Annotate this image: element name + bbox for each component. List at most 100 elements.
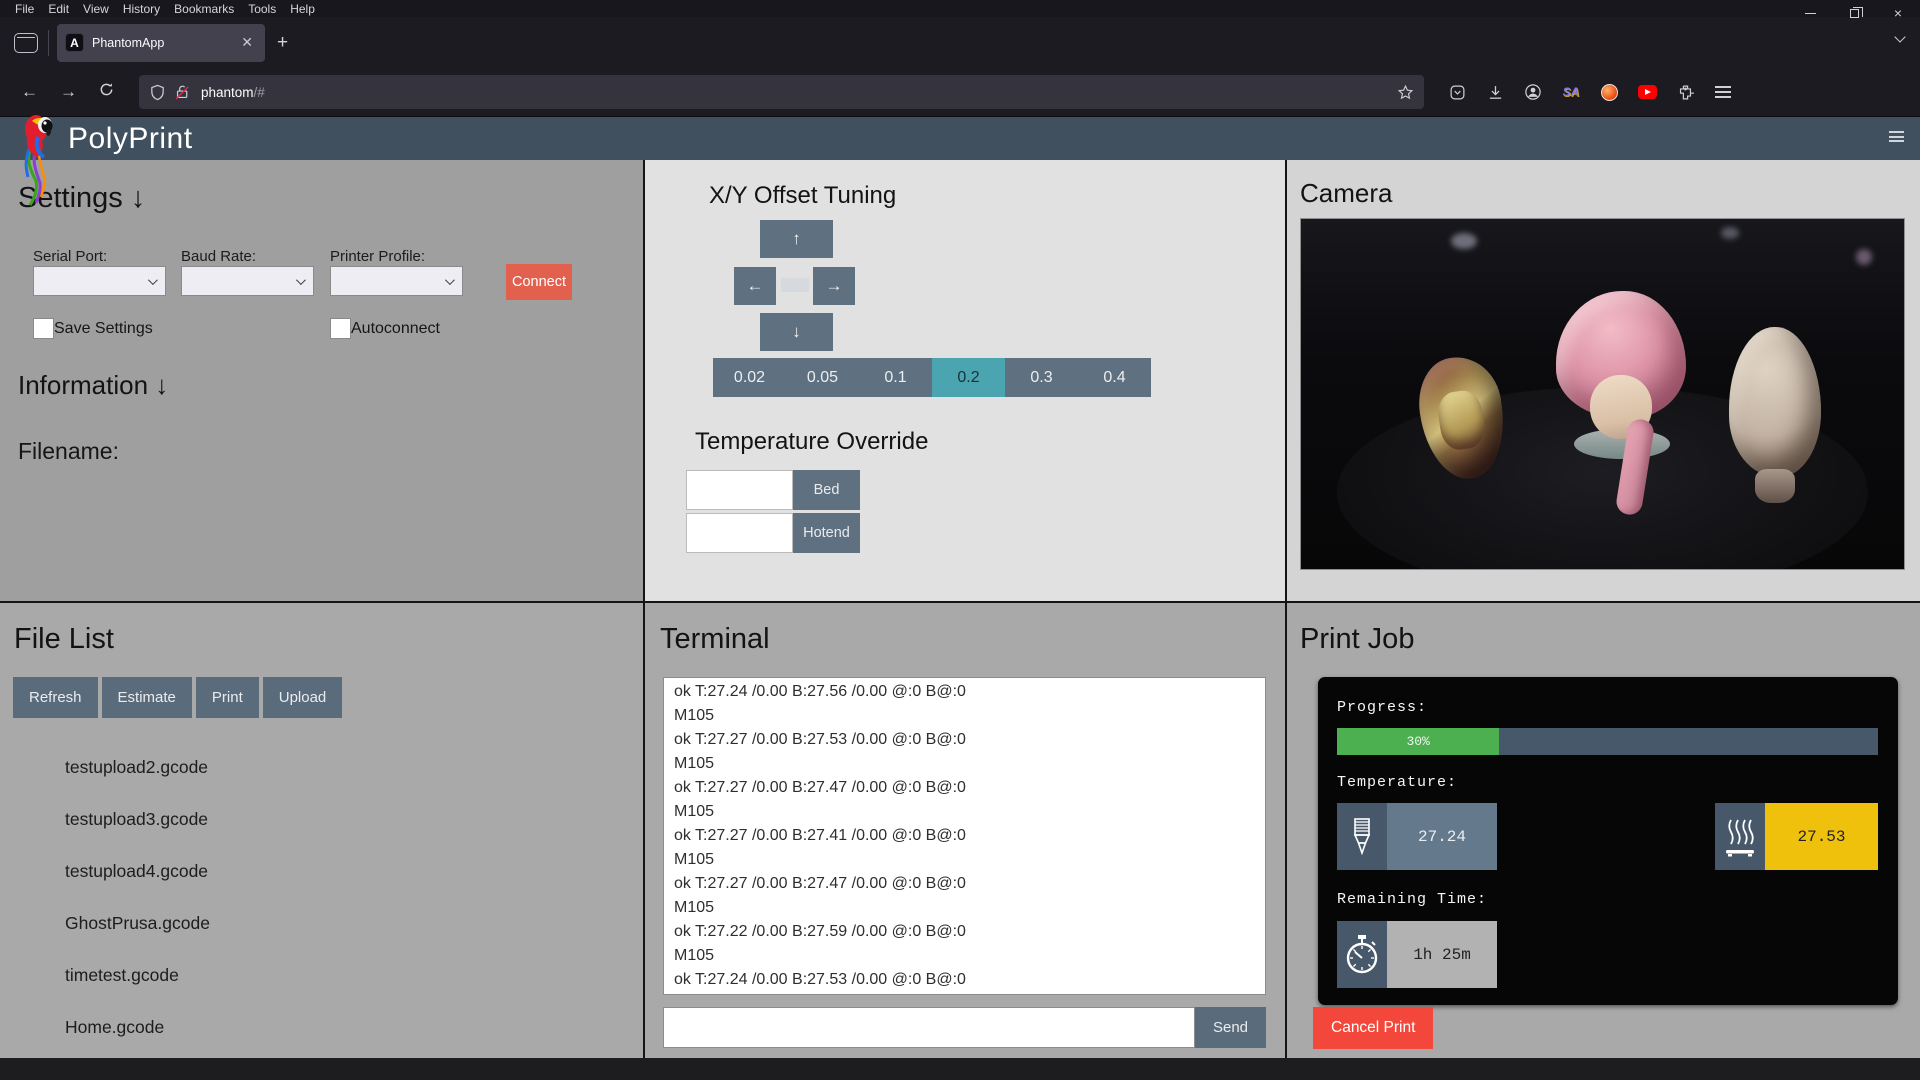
bed-temp-input[interactable] bbox=[686, 470, 793, 510]
file-list-item[interactable]: Home.gcode bbox=[65, 1001, 210, 1053]
menu-item[interactable]: Tools bbox=[241, 1, 283, 17]
dpad-center-button[interactable] bbox=[781, 278, 809, 292]
terminal-panel: Terminal M105ok T:27.24 /0.00 B:27.56 /0… bbox=[645, 603, 1285, 1058]
bed-button[interactable]: Bed bbox=[793, 470, 860, 510]
pocket-icon[interactable] bbox=[1442, 78, 1472, 106]
shield-icon[interactable] bbox=[149, 84, 166, 101]
file-list-item[interactable]: testupload3.gcode bbox=[65, 793, 210, 845]
send-button[interactable]: Send bbox=[1195, 1007, 1266, 1048]
file-action-button[interactable]: Upload bbox=[263, 677, 343, 718]
terminal-line: ok T:27.22 /0.00 B:27.59 /0.00 @:0 B@:0 bbox=[674, 920, 1255, 944]
extension-play-icon[interactable] bbox=[1632, 78, 1662, 106]
jog-down-button[interactable]: ↓ bbox=[760, 313, 833, 351]
toolbar-icons: SA bbox=[1442, 78, 1738, 106]
remaining-time-widget: 1h 25m bbox=[1337, 921, 1497, 988]
forward-button[interactable]: → bbox=[49, 77, 88, 107]
step-size-button[interactable]: 0.3 bbox=[1005, 358, 1078, 397]
extension-sa-icon[interactable]: SA bbox=[1556, 78, 1586, 106]
terminal-line: ok T:27.24 /0.00 B:27.53 /0.00 @:0 B@:0 bbox=[674, 968, 1255, 992]
autoconnect-checkbox[interactable] bbox=[330, 318, 351, 339]
remaining-time-value: 1h 25m bbox=[1387, 921, 1497, 988]
tab-list-chevron-icon[interactable] bbox=[1896, 33, 1906, 43]
url-text: phantom/# bbox=[201, 85, 1397, 100]
downloads-icon[interactable] bbox=[1480, 78, 1510, 106]
app-menu-icon[interactable] bbox=[1889, 131, 1904, 142]
print-job-card: Progress: 30% Temperature: 27.24 27.53 bbox=[1318, 677, 1898, 1005]
hotend-temp-value: 27.24 bbox=[1387, 803, 1497, 870]
menu-item[interactable]: History bbox=[116, 1, 167, 17]
step-size-button[interactable]: 0.1 bbox=[859, 358, 932, 397]
settings-panel: Settings ↓ Serial Port: Baud Rate: Print… bbox=[0, 160, 643, 601]
menu-list: FileEditViewHistoryBookmarksToolsHelp bbox=[8, 1, 322, 17]
maximize-button[interactable] bbox=[1832, 0, 1876, 26]
jog-up-button[interactable]: ↑ bbox=[760, 220, 833, 258]
connect-button[interactable]: Connect bbox=[506, 264, 572, 300]
close-button[interactable]: × bbox=[1876, 0, 1920, 26]
new-tab-button[interactable]: + bbox=[265, 30, 300, 56]
hotend-button[interactable]: Hotend bbox=[793, 513, 860, 553]
terminal-line: ok T:27.24 /0.00 B:27.56 /0.00 @:0 B@:0 bbox=[674, 680, 1255, 704]
file-list-item[interactable]: testupload2.gcode bbox=[65, 741, 210, 793]
menu-item[interactable]: View bbox=[76, 1, 116, 17]
page-footer bbox=[0, 1058, 1920, 1080]
bookmark-star-icon[interactable] bbox=[1397, 84, 1414, 101]
back-button[interactable]: ← bbox=[10, 77, 49, 107]
file-action-button[interactable]: Refresh bbox=[13, 677, 98, 718]
progress-label: Progress: bbox=[1337, 699, 1427, 716]
minimize-button[interactable] bbox=[1788, 0, 1832, 26]
extension-orange-icon[interactable] bbox=[1594, 78, 1624, 106]
hotend-temp-input[interactable] bbox=[686, 513, 793, 553]
save-settings-row: Save Settings bbox=[33, 318, 153, 339]
offset-tuning-panel: X/Y Offset Tuning ↑ ← → ↓ 0.020.050.10.2… bbox=[645, 160, 1285, 601]
temperature-label: Temperature: bbox=[1337, 774, 1457, 791]
file-action-button[interactable]: Estimate bbox=[102, 677, 192, 718]
file-list-item[interactable]: GhostPrusa.gcode bbox=[65, 897, 210, 949]
information-heading[interactable]: Information ↓ bbox=[18, 370, 168, 401]
left-arrow-icon: ← bbox=[747, 276, 764, 296]
extensions-puzzle-icon[interactable] bbox=[1670, 78, 1700, 106]
menu-item[interactable]: Help bbox=[283, 1, 322, 17]
step-size-button[interactable]: 0.05 bbox=[786, 358, 859, 397]
tab-bar: A PhantomApp ✕ + bbox=[0, 17, 1920, 68]
step-size-button[interactable]: 0.2 bbox=[932, 358, 1005, 397]
cancel-print-button[interactable]: Cancel Print bbox=[1313, 1007, 1433, 1049]
menu-item[interactable]: File bbox=[8, 1, 41, 17]
file-action-buttons: RefreshEstimatePrintUpload bbox=[13, 677, 342, 718]
terminal-line: ok T:27.27 /0.00 B:27.41 /0.00 @:0 B@:0 bbox=[674, 824, 1255, 848]
file-list-item[interactable]: testupload4.gcode bbox=[65, 845, 210, 897]
main-content: Settings ↓ Serial Port: Baud Rate: Print… bbox=[0, 160, 1920, 1058]
temperature-override-title: Temperature Override bbox=[695, 428, 928, 456]
url-bar[interactable]: phantom/# bbox=[139, 75, 1424, 109]
serial-port-select[interactable] bbox=[33, 266, 166, 296]
file-list-item[interactable]: timetest.gcode bbox=[65, 949, 210, 1001]
step-size-button[interactable]: 0.4 bbox=[1078, 358, 1151, 397]
remaining-time-label: Remaining Time: bbox=[1337, 891, 1487, 908]
tab-phantomapp[interactable]: A PhantomApp ✕ bbox=[57, 24, 265, 62]
insecure-lock-icon[interactable] bbox=[174, 84, 191, 101]
jog-left-button[interactable]: ← bbox=[734, 267, 776, 305]
progress-percent-text: 30% bbox=[1406, 734, 1429, 749]
camera-panel: Camera bbox=[1287, 160, 1920, 601]
printer-profile-select[interactable] bbox=[330, 266, 463, 296]
autoconnect-label: Autoconnect bbox=[351, 320, 440, 338]
baud-rate-select[interactable] bbox=[181, 266, 314, 296]
menu-item[interactable]: Edit bbox=[41, 1, 76, 17]
step-size-button[interactable]: 0.02 bbox=[713, 358, 786, 397]
save-settings-checkbox[interactable] bbox=[33, 318, 54, 339]
terminal-output[interactable]: M105ok T:27.24 /0.00 B:27.56 /0.00 @:0 B… bbox=[663, 677, 1266, 995]
serial-port-label: Serial Port: bbox=[33, 248, 107, 265]
menu-item[interactable]: Bookmarks bbox=[167, 1, 241, 17]
app-menu-hamburger-icon[interactable] bbox=[1708, 78, 1738, 106]
down-arrow-icon: ↓ bbox=[792, 322, 801, 342]
account-icon[interactable] bbox=[1518, 78, 1548, 106]
baud-rate-label: Baud Rate: bbox=[181, 248, 256, 265]
terminal-command-input[interactable] bbox=[663, 1007, 1195, 1048]
step-size-group: 0.020.050.10.20.30.4 bbox=[713, 358, 1151, 397]
reload-button[interactable] bbox=[88, 77, 125, 107]
tab-close-icon[interactable]: ✕ bbox=[237, 32, 257, 53]
firefox-view-icon[interactable] bbox=[14, 33, 38, 53]
jog-right-button[interactable]: → bbox=[813, 267, 855, 305]
file-action-button[interactable]: Print bbox=[196, 677, 259, 718]
stopwatch-icon bbox=[1337, 921, 1387, 988]
bed-temp-widget: 27.53 bbox=[1715, 803, 1878, 870]
